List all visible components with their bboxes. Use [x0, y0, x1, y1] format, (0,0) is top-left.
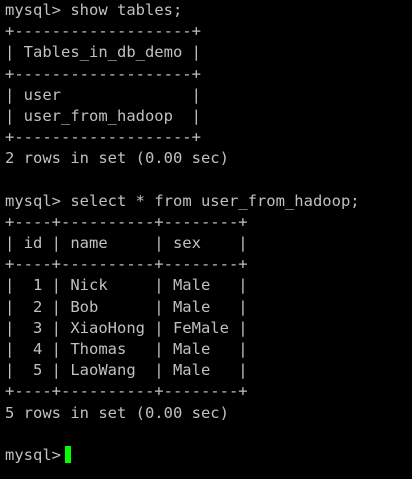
cursor-block[interactable]: [65, 445, 71, 463]
command-line: mysql> show tables;: [5, 0, 412, 21]
output-line: | 4 | Thomas | Male |: [5, 340, 248, 358]
output-line: +-------------------+: [5, 22, 201, 41]
output-line: | 2 | Bob | Male |: [5, 297, 248, 316]
command-text: show tables;: [61, 1, 183, 19]
output-line: | user |: [5, 85, 201, 104]
command-text: select * from user_from_hadoop;: [61, 191, 360, 210]
output-line: +----+----------+--------+: [5, 212, 248, 231]
terminal-window[interactable]: mysql> show tables; +-------------------+…: [0, 0, 412, 479]
mysql-prompt: mysql>: [5, 445, 61, 464]
input-prompt-line: mysql>: [5, 445, 412, 466]
output-line: +-------------------+: [5, 64, 201, 83]
output-line: | 5 | LaoWang | Male |: [5, 361, 248, 380]
output-line: +----+----------+--------+: [5, 255, 248, 274]
output-line: | id | name | sex |: [5, 234, 248, 253]
command-line: mysql> select * from user_from_hadoop;: [5, 191, 412, 212]
output-line: +-------------------+: [5, 128, 201, 147]
output-line: | user_from_hadoop |: [5, 106, 201, 125]
output-line: | Tables_in_db_demo |: [5, 43, 201, 62]
output-line: | 3 | XiaoHong | FeMale |: [5, 318, 248, 337]
output-line: 2 rows in set (0.00 sec): [5, 149, 229, 168]
output-line: | 1 | Nick | Male |: [5, 276, 248, 295]
mysql-prompt: mysql>: [5, 191, 61, 210]
mysql-prompt: mysql>: [5, 1, 61, 19]
output-line: 5 rows in set (0.00 sec): [5, 403, 229, 422]
output-line: +----+----------+--------+: [5, 382, 248, 401]
